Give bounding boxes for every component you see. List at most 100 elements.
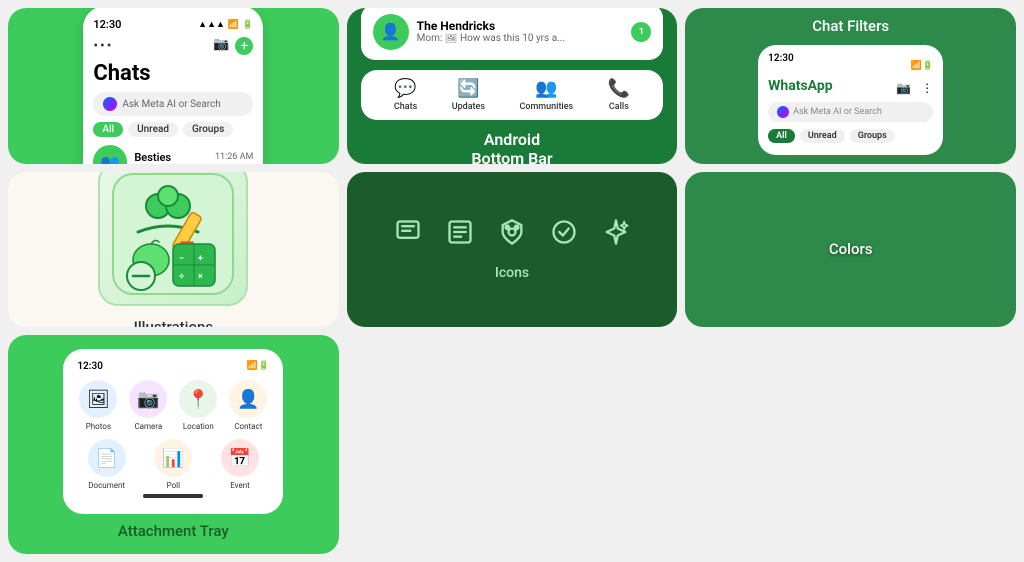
chat-name: Besties bbox=[134, 151, 171, 164]
icon-shield bbox=[498, 218, 526, 253]
android-card: 👤 The Hendricks Mom: 🖼 How was this 10 y… bbox=[347, 8, 678, 164]
event-icon: 📅 bbox=[221, 439, 259, 477]
home-bar bbox=[143, 494, 203, 498]
calls-nav-label: Calls bbox=[609, 102, 629, 112]
attach-contact[interactable]: 👤 Contact bbox=[227, 380, 269, 431]
attachment-row-1: 🖼 Photos 📷 Camera 📍 Location 👤 Contact bbox=[77, 380, 269, 431]
icon-sparkle bbox=[602, 218, 630, 253]
menu-dots[interactable]: ••• bbox=[93, 38, 113, 54]
fp-status-icons: 📶🔋 bbox=[911, 53, 933, 72]
chats-header: ••• 📷 + bbox=[93, 37, 253, 55]
compose-icon[interactable]: + bbox=[235, 37, 253, 55]
location-icon: 📍 bbox=[179, 380, 217, 418]
event-label: Event bbox=[230, 481, 250, 490]
attach-location[interactable]: 📍 Location bbox=[177, 380, 219, 431]
illustrations-card: − + ÷ × Illustrations bbox=[8, 172, 339, 328]
battery-icon: 🔋 bbox=[242, 20, 253, 30]
illustration-svg: − + ÷ × bbox=[103, 172, 243, 305]
phone-time: 12:30 bbox=[93, 18, 121, 31]
attach-time: 12:30 bbox=[77, 361, 103, 372]
chat-list-item[interactable]: 👥 Besties 11:26 AM Sarah: For tn: 🌮or 🍕? bbox=[93, 145, 253, 163]
filters-title: Chat Filters bbox=[812, 17, 889, 35]
filter-unread[interactable]: Unread bbox=[128, 122, 178, 137]
android-label: AndroidBottom Bar bbox=[471, 130, 552, 164]
meta-ai-icon bbox=[103, 97, 117, 111]
attachment-phone-mockup: 12:30 📶🔋 🖼 Photos 📷 Camera 📍 Location 👤 bbox=[63, 349, 283, 514]
filters-card: Chat Filters 12:30 📶🔋 WhatsApp 📷 ⋮ Ask M… bbox=[685, 8, 1016, 164]
contact-icon: 👤 bbox=[229, 380, 267, 418]
nav-chats[interactable]: 💬 Chats bbox=[394, 78, 417, 112]
colors-label: Colors bbox=[829, 240, 873, 258]
fp-filter-all[interactable]: All bbox=[768, 129, 795, 143]
fp-search-bar[interactable]: Ask Meta AI or Search bbox=[768, 102, 933, 122]
poll-icon: 📊 bbox=[154, 439, 192, 477]
phone-status-bar: 12:30 ▲▲▲ 📶 🔋 bbox=[93, 18, 253, 31]
filters-phone-mockup: 12:30 📶🔋 WhatsApp 📷 ⋮ Ask Meta AI or Sea… bbox=[758, 45, 943, 155]
android-bottom-nav: 💬 Chats 🔄 Updates 👥 Communities 📞 Calls bbox=[361, 70, 664, 120]
nav-communities[interactable]: 👥 Communities bbox=[519, 78, 573, 112]
attach-status-bar: 12:30 📶🔋 bbox=[77, 361, 269, 372]
fp-action-icons: 📷 ⋮ bbox=[890, 77, 933, 96]
icons-card: Icons bbox=[347, 172, 678, 328]
attach-event[interactable]: 📅 Event bbox=[221, 439, 259, 490]
poll-label: Poll bbox=[167, 481, 180, 490]
chat-time: 11:26 AM bbox=[215, 152, 253, 162]
updates-nav-icon: 🔄 bbox=[457, 78, 479, 99]
photos-label: Photos bbox=[86, 422, 111, 431]
nav-calls[interactable]: 📞 Calls bbox=[608, 78, 630, 112]
attach-poll[interactable]: 📊 Poll bbox=[154, 439, 192, 490]
communities-nav-label: Communities bbox=[519, 102, 573, 112]
chats-heading: Chats bbox=[93, 61, 253, 86]
fp-meta-icon bbox=[777, 106, 789, 118]
fp-filter-unread[interactable]: Unread bbox=[800, 129, 845, 143]
camera-icon[interactable]: 📷 bbox=[213, 37, 229, 55]
fp-time: 12:30 bbox=[768, 53, 794, 72]
chats-nav-icon: 💬 bbox=[394, 78, 416, 99]
document-icon: 📄 bbox=[88, 439, 126, 477]
filter-chips-row: All Unread Groups bbox=[93, 122, 253, 137]
fp-app-name: WhatsApp bbox=[768, 78, 832, 94]
attach-photos[interactable]: 🖼 Photos bbox=[77, 380, 119, 431]
search-bar[interactable]: Ask Meta AI or Search bbox=[93, 92, 253, 116]
filter-groups[interactable]: Groups bbox=[183, 122, 233, 137]
attach-status-icons: 📶🔋 bbox=[247, 361, 269, 372]
chat-avatar: 👥 bbox=[93, 145, 127, 163]
fp-camera-icon[interactable]: 📷 bbox=[896, 81, 911, 95]
notif-name: The Hendricks bbox=[417, 19, 624, 33]
icons-label: Icons bbox=[495, 265, 529, 281]
illustrations-label: Illustrations bbox=[134, 318, 213, 327]
icons-row bbox=[394, 218, 630, 253]
fp-filter-chips: All Unread Groups bbox=[768, 129, 933, 143]
attachment-row-2: 📄 Document 📊 Poll 📅 Event bbox=[77, 439, 269, 490]
nav-updates[interactable]: 🔄 Updates bbox=[452, 78, 485, 112]
fp-menu-icon[interactable]: ⋮ bbox=[921, 81, 933, 95]
svg-text:÷: ÷ bbox=[179, 272, 184, 282]
icon-chat bbox=[394, 218, 422, 253]
illustration-image: − + ÷ × bbox=[98, 172, 248, 307]
icon-list bbox=[446, 218, 474, 253]
fp-wifi-icon: 📶🔋 bbox=[911, 61, 933, 71]
ios-phone-mockup: 12:30 ▲▲▲ 📶 🔋 ••• 📷 + Chats Ask Meta AI … bbox=[83, 8, 263, 164]
icon-check bbox=[550, 218, 578, 253]
chat-info: Besties 11:26 AM Sarah: For tn: 🌮or 🍕? bbox=[134, 151, 253, 164]
document-label: Document bbox=[88, 481, 125, 490]
photos-icon: 🖼 bbox=[79, 380, 117, 418]
attach-camera[interactable]: 📷 Camera bbox=[127, 380, 169, 431]
wifi-icon: 📶 bbox=[228, 20, 239, 30]
search-placeholder-text: Ask Meta AI or Search bbox=[122, 99, 220, 110]
notif-avatar: 👤 bbox=[373, 14, 409, 50]
contact-label: Contact bbox=[234, 422, 262, 431]
calls-nav-icon: 📞 bbox=[608, 78, 630, 99]
notif-count: 1 bbox=[639, 27, 644, 37]
attach-document[interactable]: 📄 Document bbox=[88, 439, 126, 490]
camera-attach-icon: 📷 bbox=[129, 380, 167, 418]
filter-all[interactable]: All bbox=[93, 122, 123, 137]
fp-filter-groups[interactable]: Groups bbox=[850, 129, 895, 143]
svg-text:−: − bbox=[179, 254, 184, 264]
attachment-label: Attachment Tray bbox=[118, 522, 229, 540]
location-label: Location bbox=[183, 422, 214, 431]
main-grid: iOS Top Bar 12:30 ▲▲▲ 📶 🔋 ••• 📷 + Chats bbox=[0, 0, 1024, 562]
camera-label: Camera bbox=[134, 422, 162, 431]
svg-text:+: + bbox=[198, 254, 203, 264]
header-action-icons: 📷 + bbox=[213, 37, 253, 55]
